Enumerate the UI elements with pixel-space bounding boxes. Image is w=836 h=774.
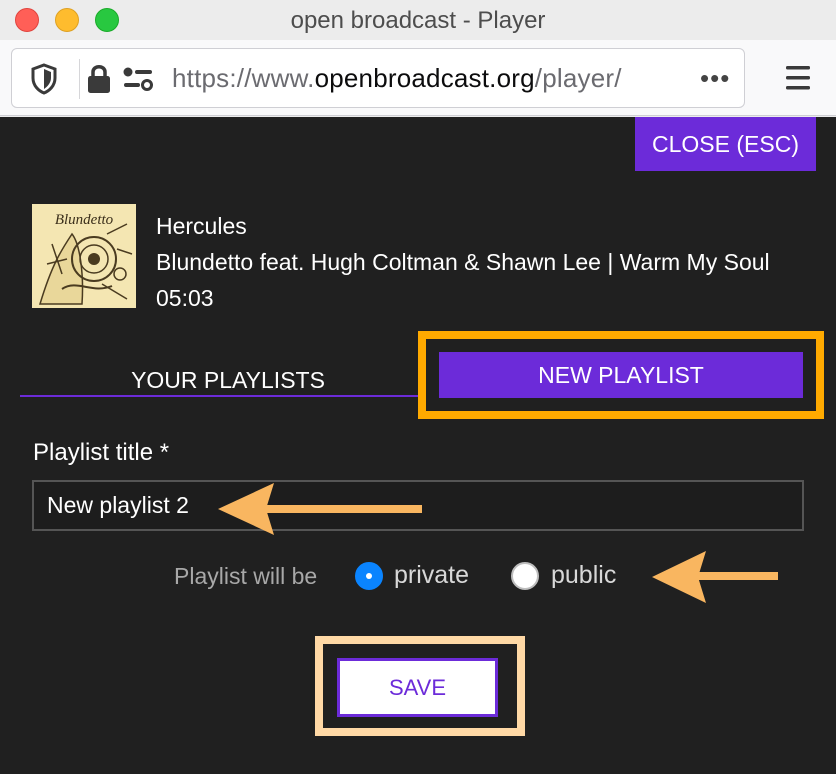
player-page: CLOSE (ESC) Blundetto Hercules Blundetto… [0,117,836,774]
url-path: /player/ [534,63,622,93]
album-cover-art: Blundetto [32,204,136,308]
page-actions-button[interactable]: ••• [700,63,730,94]
cover-title-text: Blundetto [55,212,114,228]
public-radio[interactable] [511,562,539,590]
url-domain: openbroadcast.org [314,63,535,93]
track-title: Hercules [156,213,247,239]
url-bar[interactable]: https://www.openbroadcast.org/player/ ••… [11,48,745,108]
tracking-shield-icon[interactable] [30,63,58,95]
url-separator [79,59,80,99]
permissions-icon[interactable] [122,66,154,92]
tab-new-playlist[interactable]: NEW PLAYLIST [439,352,803,398]
browser-toolbar: https://www.openbroadcast.org/player/ ••… [0,40,836,116]
private-radio-label[interactable]: private [394,561,469,590]
save-button[interactable]: SAVE [337,658,498,717]
annotation-arrow-visibility [652,551,778,603]
url-prefix: https://www. [172,63,315,93]
public-radio-label[interactable]: public [551,561,616,590]
visibility-label: Playlist will be [174,563,318,589]
window-title: open broadcast - Player [290,7,546,34]
track-duration: 05:03 [156,285,214,311]
private-radio[interactable] [355,562,383,590]
url-text[interactable]: https://www.openbroadcast.org/player/ [172,63,622,94]
album-cover: Blundetto [32,204,136,308]
track-artist-release: Blundetto feat. Hugh Coltman & Shawn Lee… [156,249,770,275]
playlist-title-label: Playlist title * [33,439,170,466]
annotation-arrow-title [218,483,422,535]
lock-icon[interactable] [86,63,112,95]
close-button[interactable]: CLOSE (ESC) [635,117,816,171]
tab-underline [20,395,420,397]
hamburger-menu-icon[interactable] [776,62,820,94]
window-titlebar: open broadcast - Player [0,0,836,40]
